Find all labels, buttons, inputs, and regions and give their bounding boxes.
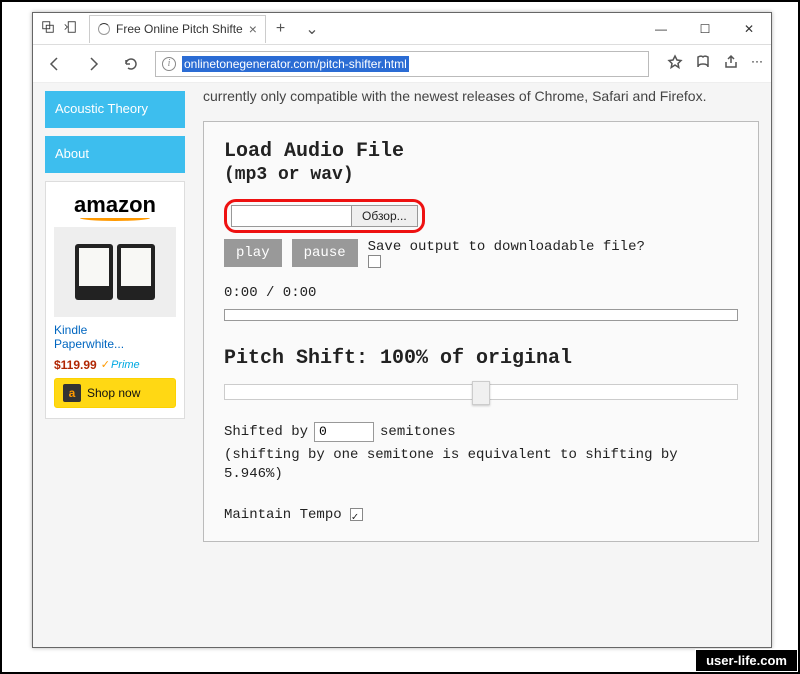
shifted-by-label-pre: Shifted by — [224, 424, 308, 440]
tab-menu-icon[interactable]: ⌄ — [295, 19, 328, 39]
url-text: onlinetonegenerator.com/pitch-shifter.ht… — [182, 56, 409, 72]
pitch-shifter-panel: Load Audio File (mp3 or wav) Обзор... pl… — [203, 121, 759, 542]
load-subtitle: (mp3 or wav) — [224, 165, 738, 185]
url-input[interactable]: i onlinetonegenerator.com/pitch-shifter.… — [155, 51, 649, 77]
load-title: Load Audio File — [224, 140, 738, 163]
sidebar-item-acoustic-theory[interactable]: Acoustic Theory — [45, 91, 185, 128]
amazon-a-icon: a — [63, 384, 81, 402]
shop-now-button[interactable]: a Shop now — [54, 378, 176, 408]
watermark: user-life.com — [695, 649, 798, 672]
sidebar: Acoustic Theory About amazon KindlePaper… — [45, 83, 185, 635]
maintain-tempo-checkbox[interactable] — [350, 508, 363, 521]
reading-list-icon[interactable] — [695, 54, 711, 73]
pitch-slider[interactable] — [224, 384, 738, 400]
shifted-by-label-post: semitones — [380, 424, 456, 440]
file-input[interactable]: Обзор... — [231, 205, 418, 227]
favorites-icon[interactable] — [667, 54, 683, 73]
browser-tab[interactable]: Free Online Pitch Shifte × — [89, 15, 266, 43]
sidebar-item-about[interactable]: About — [45, 136, 185, 173]
pitch-slider-thumb[interactable] — [472, 381, 490, 405]
tab-overview-icon[interactable] — [41, 20, 55, 37]
ad-price: $119.99 — [54, 358, 97, 372]
new-tab-button[interactable]: + — [266, 20, 295, 38]
tab-title: Free Online Pitch Shifte — [116, 22, 243, 36]
semitones-input[interactable] — [314, 422, 374, 442]
intro-text: currently only compatible with the newes… — [203, 83, 759, 107]
maintain-tempo-label: Maintain Tempo — [224, 507, 342, 523]
prime-badge: Prime — [101, 358, 140, 371]
forward-button[interactable] — [79, 50, 107, 78]
main-content: currently only compatible with the newes… — [203, 83, 759, 635]
amazon-logo: amazon — [54, 192, 176, 221]
settings-more-icon[interactable]: ··· — [751, 54, 763, 73]
file-input-highlight: Обзор... — [224, 199, 425, 233]
maximize-button[interactable]: ☐ — [683, 13, 727, 45]
close-window-button[interactable]: ✕ — [727, 13, 771, 45]
play-button[interactable]: play — [224, 239, 282, 267]
back-button[interactable] — [41, 50, 69, 78]
address-bar: i onlinetonegenerator.com/pitch-shifter.… — [33, 45, 771, 83]
loading-spinner-icon — [98, 23, 110, 35]
playback-progress[interactable] — [224, 309, 738, 321]
amazon-ad[interactable]: amazon KindlePaperwhite... $119.99 Prime… — [45, 181, 185, 419]
minimize-button[interactable]: — — [639, 13, 683, 45]
file-path-field[interactable] — [232, 206, 352, 226]
site-info-icon[interactable]: i — [162, 57, 176, 71]
playback-time: 0:00 / 0:00 — [224, 285, 738, 301]
save-output-checkbox[interactable] — [368, 255, 381, 268]
refresh-button[interactable] — [117, 50, 145, 78]
share-icon[interactable] — [723, 54, 739, 73]
save-output-label: Save output to downloadable file? — [368, 239, 645, 255]
ad-product-link[interactable]: KindlePaperwhite... — [54, 323, 176, 352]
set-aside-icon[interactable] — [63, 20, 77, 37]
ad-product-image — [54, 227, 176, 317]
close-icon[interactable]: × — [249, 21, 257, 37]
shift-hint: (shifting by one semitone is equivalent … — [224, 446, 738, 485]
pitch-shift-title: Pitch Shift: 100% of original — [224, 347, 738, 370]
browse-button[interactable]: Обзор... — [352, 206, 417, 226]
pause-button[interactable]: pause — [292, 239, 358, 267]
page-body: Acoustic Theory About amazon KindlePaper… — [33, 83, 771, 647]
browser-window: Free Online Pitch Shifte × + ⌄ — ☐ ✕ i o… — [32, 12, 772, 648]
titlebar: Free Online Pitch Shifte × + ⌄ — ☐ ✕ — [33, 13, 771, 45]
